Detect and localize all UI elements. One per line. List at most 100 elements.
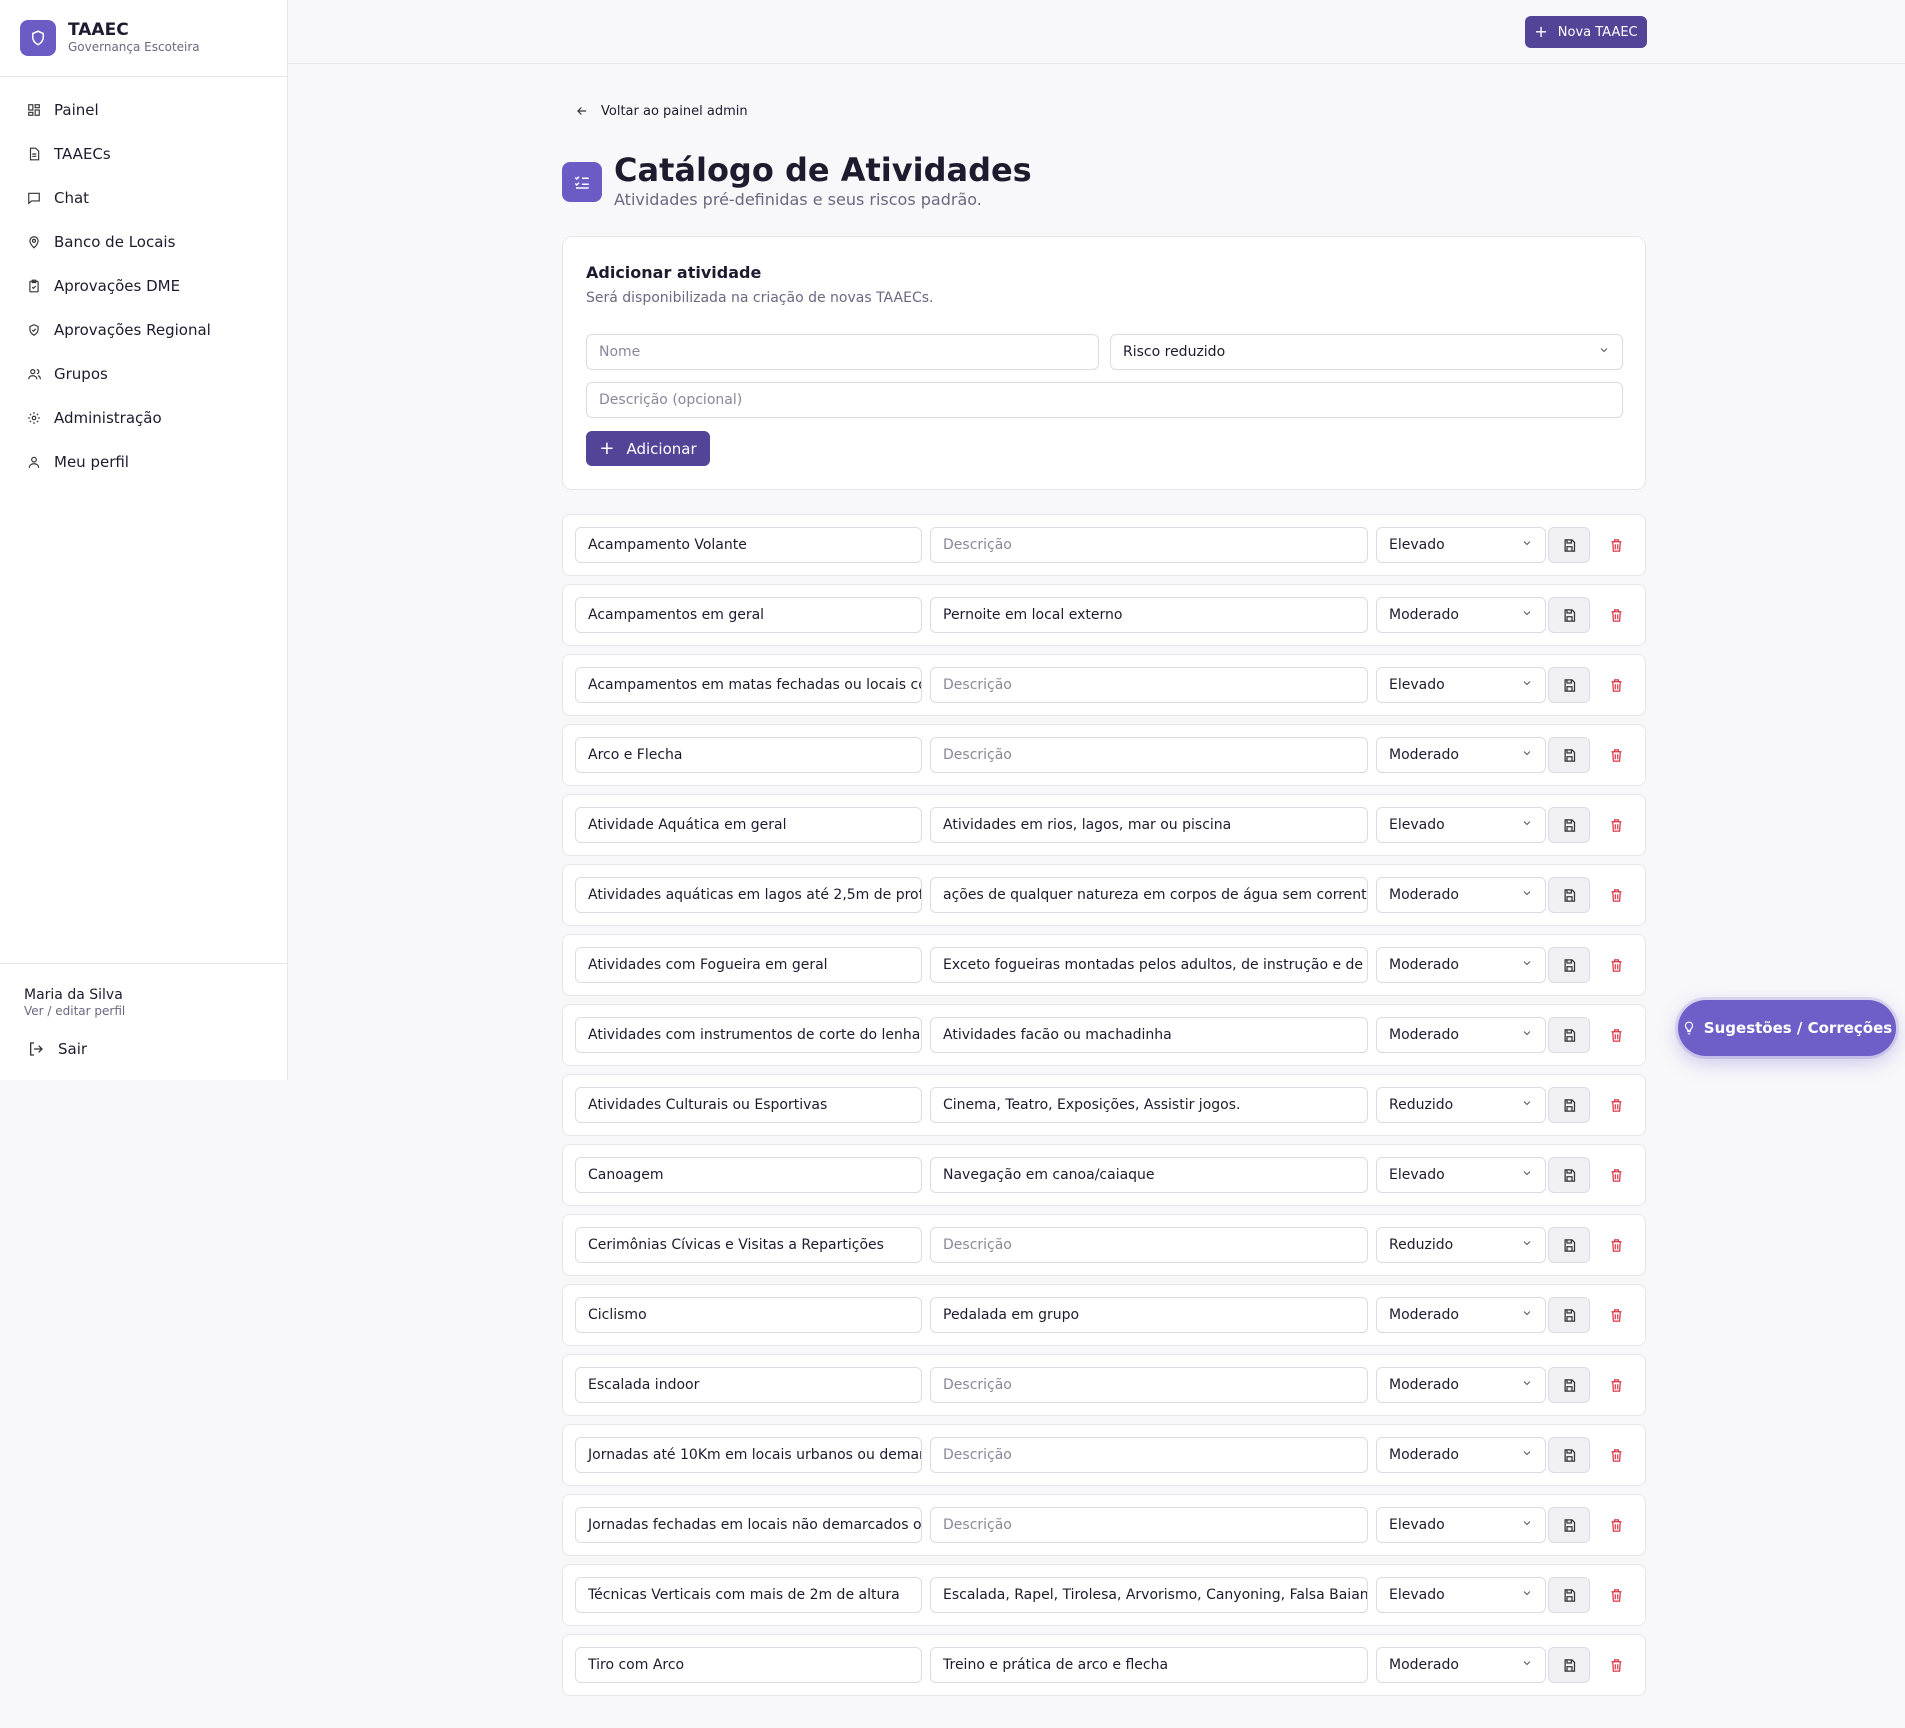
- activity-name-input[interactable]: Atividade Aquática em geral: [575, 807, 922, 843]
- activity-description-input[interactable]: Atividades em rios, lagos, mar ou piscin…: [930, 807, 1368, 843]
- save-button[interactable]: [1548, 1017, 1590, 1053]
- activity-risk-select[interactable]: Elevado: [1376, 1577, 1546, 1613]
- sidebar-item-aprovacoes-regional[interactable]: Aprovações Regional: [0, 308, 287, 352]
- save-button[interactable]: [1548, 947, 1590, 983]
- delete-button[interactable]: [1598, 527, 1634, 563]
- activity-description-input[interactable]: Navegação em canoa/caiaque: [930, 1157, 1368, 1193]
- delete-button[interactable]: [1598, 1367, 1634, 1403]
- activity-name-input[interactable]: Cerimônias Cívicas e Visitas a Repartiçõ…: [575, 1227, 922, 1263]
- name-input[interactable]: Nome: [586, 334, 1099, 370]
- delete-button[interactable]: [1598, 1297, 1634, 1333]
- activity-description-input[interactable]: Descrição: [930, 667, 1368, 703]
- activity-risk-select[interactable]: Reduzido: [1376, 1087, 1546, 1123]
- activity-description-input[interactable]: Descrição: [930, 1227, 1368, 1263]
- activity-name-input[interactable]: Tiro com Arco: [575, 1647, 922, 1683]
- save-button[interactable]: [1548, 1647, 1590, 1683]
- save-button[interactable]: [1548, 1157, 1590, 1193]
- brand[interactable]: TAAEC Governança Escoteira: [0, 0, 287, 77]
- activity-description-input[interactable]: Pernoite em local externo: [930, 597, 1368, 633]
- activity-risk-select[interactable]: Elevado: [1376, 527, 1546, 563]
- sidebar-item-banco-de-locais[interactable]: Banco de Locais: [0, 220, 287, 264]
- delete-button[interactable]: [1598, 1437, 1634, 1473]
- activity-name-input[interactable]: Acampamentos em geral: [575, 597, 922, 633]
- activity-description-input[interactable]: Descrição: [930, 1367, 1368, 1403]
- delete-button[interactable]: [1598, 947, 1634, 983]
- save-button[interactable]: [1548, 877, 1590, 913]
- delete-button[interactable]: [1598, 1577, 1634, 1613]
- save-button[interactable]: [1548, 1507, 1590, 1543]
- save-button[interactable]: [1548, 1367, 1590, 1403]
- sidebar-item-meu-perfil[interactable]: Meu perfil: [0, 440, 287, 484]
- activity-description-input[interactable]: ações de qualquer natureza em corpos de …: [930, 877, 1368, 913]
- delete-button[interactable]: [1598, 1227, 1634, 1263]
- activity-risk-select[interactable]: Moderado: [1376, 1647, 1546, 1683]
- suggestions-button[interactable]: Sugestões / Correções: [1678, 1000, 1896, 1056]
- activity-risk-select[interactable]: Elevado: [1376, 667, 1546, 703]
- edit-profile-link[interactable]: Ver / editar perfil: [24, 1004, 263, 1019]
- activity-risk-select[interactable]: Moderado: [1376, 1437, 1546, 1473]
- save-button[interactable]: [1548, 737, 1590, 773]
- back-link[interactable]: Voltar ao painel admin: [575, 100, 748, 122]
- activity-name-input[interactable]: Ciclismo: [575, 1297, 922, 1333]
- delete-button[interactable]: [1598, 877, 1634, 913]
- activity-name-input[interactable]: Jornadas fechadas em locais não demarcad…: [575, 1507, 922, 1543]
- save-button[interactable]: [1548, 1577, 1590, 1613]
- delete-button[interactable]: [1598, 667, 1634, 703]
- save-button[interactable]: [1548, 1297, 1590, 1333]
- add-button[interactable]: + Adicionar: [586, 431, 710, 466]
- activity-risk-select[interactable]: Elevado: [1376, 807, 1546, 843]
- delete-button[interactable]: [1598, 1647, 1634, 1683]
- activity-risk-select[interactable]: Moderado: [1376, 737, 1546, 773]
- activity-risk-select[interactable]: Moderado: [1376, 1367, 1546, 1403]
- activity-risk-select[interactable]: Reduzido: [1376, 1227, 1546, 1263]
- user-name[interactable]: Maria da Silva: [24, 986, 263, 1004]
- activity-risk-select[interactable]: Moderado: [1376, 1297, 1546, 1333]
- activity-name-input[interactable]: Atividades aquáticas em lagos até 2,5m d…: [575, 877, 922, 913]
- activity-risk-select[interactable]: Moderado: [1376, 1017, 1546, 1053]
- delete-button[interactable]: [1598, 1087, 1634, 1123]
- activity-description-input[interactable]: Cinema, Teatro, Exposições, Assistir jog…: [930, 1087, 1368, 1123]
- activity-name-input[interactable]: Acampamentos em matas fechadas ou locais…: [575, 667, 922, 703]
- activity-description-input[interactable]: Escalada, Rapel, Tirolesa, Arvorismo, Ca…: [930, 1577, 1368, 1613]
- delete-button[interactable]: [1598, 1507, 1634, 1543]
- sidebar-item-aprovacoes-dme[interactable]: Aprovações DME: [0, 264, 287, 308]
- save-button[interactable]: [1548, 1437, 1590, 1473]
- activity-name-input[interactable]: Acampamento Volante: [575, 527, 922, 563]
- activity-description-input[interactable]: Exceto fogueiras montadas pelos adultos,…: [930, 947, 1368, 983]
- activity-risk-select[interactable]: Moderado: [1376, 877, 1546, 913]
- save-button[interactable]: [1548, 1087, 1590, 1123]
- sidebar-item-chat[interactable]: Chat: [0, 176, 287, 220]
- activity-name-input[interactable]: Técnicas Verticais com mais de 2m de alt…: [575, 1577, 922, 1613]
- activity-risk-select[interactable]: Elevado: [1376, 1507, 1546, 1543]
- activity-name-input[interactable]: Atividades com instrumentos de corte do …: [575, 1017, 922, 1053]
- delete-button[interactable]: [1598, 1017, 1634, 1053]
- activity-name-input[interactable]: Atividades Culturais ou Esportivas: [575, 1087, 922, 1123]
- description-input[interactable]: Descrição (opcional): [586, 382, 1623, 418]
- save-button[interactable]: [1548, 1227, 1590, 1263]
- delete-button[interactable]: [1598, 737, 1634, 773]
- logout-button[interactable]: Sair: [24, 1037, 263, 1061]
- activity-description-input[interactable]: Atividades facão ou machadinha: [930, 1017, 1368, 1053]
- sidebar-item-taaecs[interactable]: TAAECs: [0, 132, 287, 176]
- activity-description-input[interactable]: Descrição: [930, 1507, 1368, 1543]
- delete-button[interactable]: [1598, 1157, 1634, 1193]
- save-button[interactable]: [1548, 667, 1590, 703]
- activity-description-input[interactable]: Descrição: [930, 1437, 1368, 1473]
- save-button[interactable]: [1548, 807, 1590, 843]
- sidebar-item-grupos[interactable]: Grupos: [0, 352, 287, 396]
- activity-name-input[interactable]: Escalada indoor: [575, 1367, 922, 1403]
- activity-name-input[interactable]: Atividades com Fogueira em geral: [575, 947, 922, 983]
- activity-risk-select[interactable]: Elevado: [1376, 1157, 1546, 1193]
- save-button[interactable]: [1548, 527, 1590, 563]
- new-taaec-button[interactable]: + Nova TAAEC: [1525, 16, 1647, 48]
- risk-select[interactable]: Risco reduzido: [1110, 334, 1623, 370]
- activity-risk-select[interactable]: Moderado: [1376, 597, 1546, 633]
- delete-button[interactable]: [1598, 597, 1634, 633]
- activity-description-input[interactable]: Pedalada em grupo: [930, 1297, 1368, 1333]
- activity-risk-select[interactable]: Moderado: [1376, 947, 1546, 983]
- activity-description-input[interactable]: Treino e prática de arco e flecha: [930, 1647, 1368, 1683]
- activity-description-input[interactable]: Descrição: [930, 737, 1368, 773]
- activity-description-input[interactable]: Descrição: [930, 527, 1368, 563]
- activity-name-input[interactable]: Jornadas até 10Km em locais urbanos ou d…: [575, 1437, 922, 1473]
- activity-name-input[interactable]: Arco e Flecha: [575, 737, 922, 773]
